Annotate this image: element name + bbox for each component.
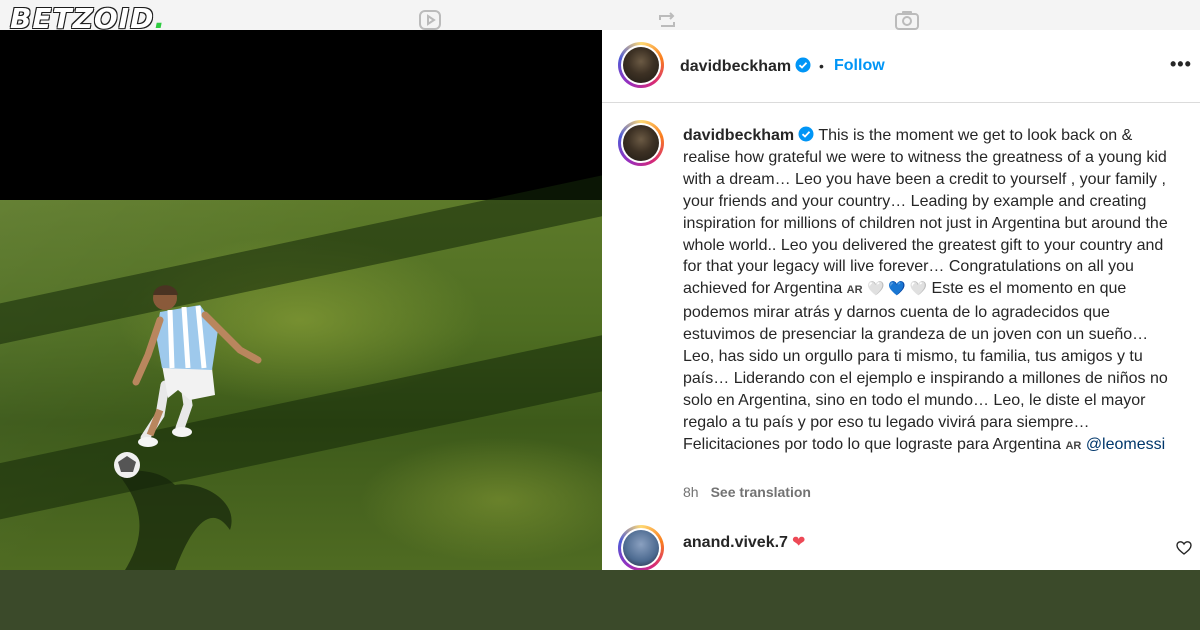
- verified-badge-icon: [795, 57, 811, 73]
- caption-username[interactable]: davidbeckham: [683, 127, 794, 144]
- post-side-panel: davidbeckham • Follow ••• davidbeckham T…: [602, 30, 1200, 570]
- header-username[interactable]: davidbeckham: [680, 57, 811, 76]
- follow-button[interactable]: Follow: [834, 57, 885, 75]
- avatar[interactable]: [618, 42, 664, 88]
- comment-heart-emoji: ❤: [791, 534, 806, 551]
- post-photo[interactable]: [0, 30, 602, 570]
- header-separator: •: [819, 58, 824, 74]
- photo-letterbox: [0, 30, 602, 200]
- caption-english-text: This is the moment we get to look back o…: [683, 127, 1168, 298]
- post-caption: davidbeckham This is the moment we get t…: [683, 125, 1183, 458]
- post-time: 8h: [683, 484, 699, 500]
- post-header: davidbeckham • Follow •••: [602, 30, 1200, 103]
- repost-icon[interactable]: [654, 8, 680, 30]
- argentina-flag-2: AR: [1065, 439, 1082, 452]
- heart-emojis: 🤍 💙 🤍: [867, 280, 928, 297]
- like-heart-icon[interactable]: [1176, 540, 1192, 556]
- argentina-flag-1: AR: [846, 284, 863, 297]
- player-figure: [114, 285, 262, 570]
- browser-top-strip: BETZOID.: [0, 0, 1200, 35]
- comment-username[interactable]: anand.vivek.7: [683, 534, 788, 551]
- commenter-avatar[interactable]: [618, 525, 664, 570]
- camera-icon[interactable]: [894, 8, 920, 30]
- more-options-icon[interactable]: •••: [1170, 54, 1192, 75]
- verified-badge-icon: [798, 126, 814, 142]
- caption-avatar[interactable]: [618, 120, 664, 166]
- reels-icon[interactable]: [417, 8, 443, 30]
- comment-row: anand.vivek.7 ❤: [683, 532, 805, 552]
- see-translation-button[interactable]: See translation: [711, 484, 811, 500]
- football-pitch: [0, 165, 602, 570]
- post-meta: 8h See translation: [683, 484, 811, 500]
- caption-spanish-text: Este es el momento en que podemos mirar …: [683, 280, 1168, 453]
- mention-link[interactable]: @leomessi: [1086, 436, 1165, 453]
